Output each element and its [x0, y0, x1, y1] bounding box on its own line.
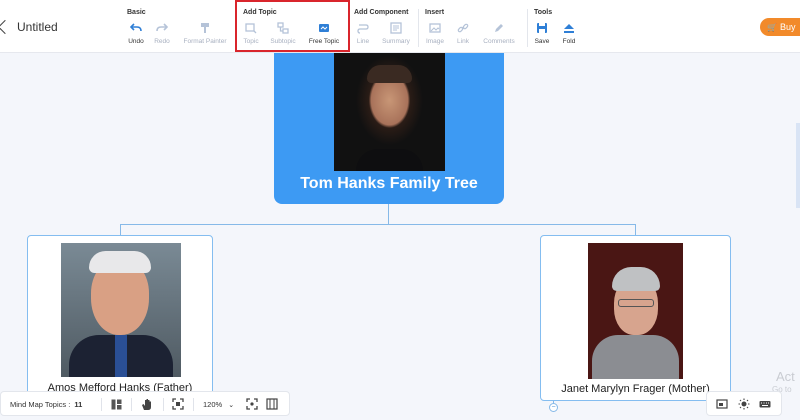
mother-topic-photo — [588, 243, 683, 379]
toolbar-divider — [527, 9, 528, 47]
status-divider — [101, 398, 102, 411]
link-icon — [457, 23, 469, 33]
line-label: Line — [356, 38, 370, 45]
photo-detail — [612, 267, 660, 291]
root-topic[interactable]: Tom Hanks Family Tree — [274, 53, 504, 204]
status-bar: Mind Map Topics :11 120% ⌄ — [0, 391, 290, 416]
redo-button[interactable]: Redo — [152, 22, 172, 50]
fullscreen-icon[interactable] — [246, 398, 258, 410]
redo-icon — [156, 23, 168, 32]
format-painter-label: Format Painter — [183, 38, 227, 45]
buy-label: Buy — [779, 22, 796, 32]
link-label: Link — [457, 38, 469, 45]
save-icon — [537, 23, 547, 33]
view-controls-bar — [706, 391, 782, 416]
fold-label: Fold — [562, 38, 576, 45]
comments-icon — [495, 24, 503, 32]
father-topic[interactable]: Amos Mefford Hanks (Father) — [27, 235, 213, 405]
undo-label: Undo — [128, 38, 144, 45]
photo-detail — [356, 149, 423, 171]
status-divider — [131, 398, 132, 411]
keyboard-icon[interactable] — [759, 398, 771, 410]
line-button[interactable]: Line — [353, 22, 373, 50]
toolbar-divider — [418, 9, 419, 47]
status-divider — [193, 398, 194, 411]
root-topic-title: Tom Hanks Family Tree — [300, 175, 478, 192]
photo-detail — [367, 65, 412, 83]
comments-button[interactable]: Comments — [479, 22, 519, 50]
undo-icon — [130, 23, 142, 32]
status-divider — [163, 398, 164, 411]
topics-counter-value: 11 — [74, 400, 83, 409]
group-title-basic: Basic — [127, 9, 146, 16]
photo-detail — [618, 299, 654, 307]
line-icon — [357, 24, 369, 34]
presentation-icon[interactable] — [266, 398, 278, 410]
redo-label: Redo — [154, 38, 170, 45]
group-title-add-component: Add Component — [354, 9, 409, 16]
summary-icon — [390, 22, 402, 34]
root-topic-photo — [334, 53, 445, 171]
connector-line — [635, 224, 636, 235]
layout-icon[interactable] — [111, 399, 122, 410]
link-button[interactable]: Link — [453, 22, 473, 50]
save-label: Save — [534, 38, 550, 45]
back-arrow-icon[interactable] — [0, 17, 12, 37]
mindmap-canvas[interactable]: Tom Hanks Family Tree Amos Mefford Hanks… — [0, 53, 800, 420]
side-panel-edge — [796, 123, 800, 208]
connector-line — [388, 204, 389, 224]
mother-topic-title: Janet Marylyn Frager (Mother) — [561, 383, 710, 395]
cart-icon: 🛒 — [767, 23, 777, 32]
chevron-down-icon: ⌄ — [228, 402, 235, 409]
photo-detail — [89, 251, 151, 273]
zoom-value: 120% — [203, 400, 223, 409]
top-toolbar: Untitled Basic Undo Redo Format Painter … — [0, 0, 800, 53]
photo-detail — [115, 335, 127, 377]
fold-icon — [564, 24, 574, 33]
connector-line — [120, 224, 636, 225]
mother-topic[interactable]: Janet Marylyn Frager (Mother) — [540, 235, 731, 401]
image-label: Image — [425, 38, 445, 45]
summary-label: Summary — [382, 38, 410, 45]
group-title-insert: Insert — [425, 9, 445, 16]
hand-tool-icon[interactable] — [141, 398, 153, 411]
photo-detail — [592, 335, 679, 379]
connector-line — [120, 224, 121, 235]
fold-button[interactable]: Fold — [559, 22, 579, 50]
summary-button[interactable]: Summary — [379, 22, 413, 50]
topics-counter: Mind Map Topics :11 — [10, 392, 82, 417]
image-button[interactable]: Image — [424, 22, 446, 50]
comments-label: Comments — [483, 38, 515, 45]
theme-sun-icon[interactable] — [738, 398, 750, 410]
document-title[interactable]: Untitled — [17, 20, 58, 34]
undo-button[interactable]: Undo — [126, 22, 146, 50]
zoom-select[interactable]: 120% ⌄ — [203, 392, 234, 417]
fit-screen-icon[interactable] — [172, 398, 184, 410]
father-topic-photo — [61, 243, 181, 377]
format-painter-icon — [201, 23, 209, 33]
format-painter-button[interactable]: Format Painter — [179, 22, 231, 50]
image-icon — [429, 23, 441, 33]
minimap-icon[interactable] — [716, 398, 728, 410]
topics-counter-label: Mind Map Topics : — [10, 400, 71, 409]
activation-watermark: Act — [776, 369, 795, 384]
buy-button[interactable]: 🛒 Buy — [760, 18, 800, 36]
save-button[interactable]: Save — [532, 22, 552, 50]
add-topic-highlight-box — [235, 0, 350, 52]
group-title-tools: Tools — [534, 9, 553, 16]
collapse-toggle-icon[interactable]: − — [549, 403, 558, 412]
